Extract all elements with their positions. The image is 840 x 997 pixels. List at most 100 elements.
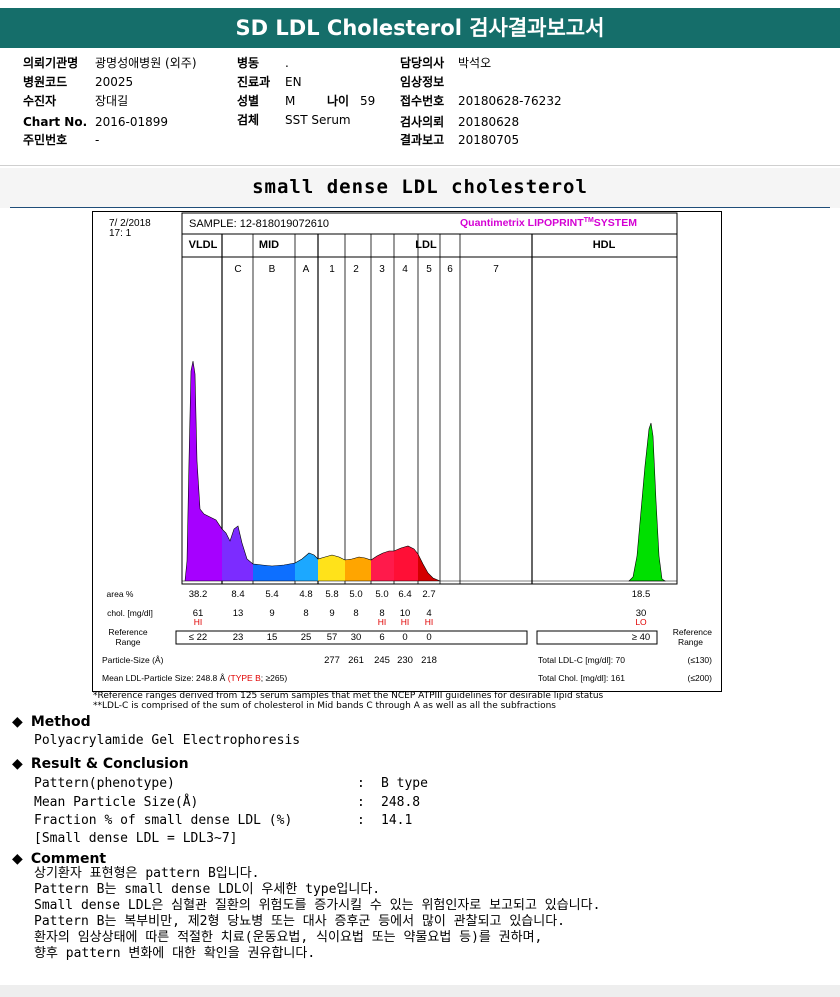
group-hdl: HDL — [593, 239, 616, 251]
reference-value: 23 — [233, 632, 244, 643]
comment-line: Small dense LDL은 심혈관 질환의 위험도를 증가시킬 수 있는 … — [34, 898, 601, 913]
specimen-label: 검체 — [237, 113, 260, 127]
chol-value: 13 — [233, 608, 244, 619]
comment-line: Pattern B는 small dense LDL이 우세한 type입니다. — [34, 882, 381, 897]
area-value: 6.4 — [398, 589, 411, 600]
result-label-fraction: Fraction % of small dense LDL (%) — [34, 813, 293, 828]
chol-value: 8 — [303, 608, 308, 619]
comment-line: Pattern B는 복부비만, 제2형 당뇨병 또는 대사 증후군 등에서 많… — [34, 914, 565, 929]
receipt-no-value: 20180628-76232 — [458, 94, 562, 108]
band-label-5: 5 — [426, 264, 432, 275]
band-label-b: B — [269, 264, 276, 275]
result-colon: : — [357, 776, 365, 791]
result-colon: : — [357, 795, 365, 810]
department-value: EN — [285, 75, 302, 89]
reference-value: 6 — [379, 632, 384, 643]
chol-value: 9 — [269, 608, 274, 619]
report-date-value: 20180705 — [458, 133, 520, 147]
ward-value: . — [285, 56, 289, 70]
chart-no-label: Chart No. — [23, 115, 88, 129]
area-value: 5.8 — [325, 589, 338, 600]
comment-line: 상기환자 표현형은 pattern B입니다. — [34, 866, 260, 881]
flag-hi: HI — [425, 617, 434, 627]
lipoprint-chart: 7/ 2/2018 17: 1 SAMPLE: 12-818019072610 … — [92, 211, 722, 692]
area-value: 2.7 — [422, 589, 435, 600]
area-value: 8.4 — [231, 589, 244, 600]
clinical-info-label: 임상정보 — [400, 75, 445, 89]
method-heading: ◆ Method — [12, 714, 91, 730]
reference-value: 15 — [267, 632, 278, 643]
particle-size-value: 230 — [397, 655, 413, 666]
receipt-no-label: 접수번호 — [400, 94, 445, 108]
report-date-label: 결과보고 — [400, 133, 445, 147]
reference-value: ≤ 22 — [189, 632, 207, 643]
reference-value: 25 — [301, 632, 312, 643]
result-label-size: Mean Particle Size(Å) — [34, 795, 199, 810]
patient-value: 장대길 — [95, 94, 129, 108]
comment-title: Comment — [30, 851, 107, 867]
header-divider — [0, 165, 840, 166]
row-label-particle-size: Particle-Size (Å) — [102, 655, 164, 665]
curve-band-2 — [345, 557, 371, 581]
band-label-6: 6 — [447, 264, 453, 275]
area-value: 4.8 — [299, 589, 312, 600]
request-date-label: 검사의뢰 — [400, 115, 445, 129]
hospital-value: 광명성애병원 (외주) — [95, 56, 197, 70]
id-number-value: - — [95, 133, 100, 147]
comment-heading: ◆ Comment — [12, 851, 106, 867]
particle-size-value: 277 — [324, 655, 340, 666]
comment-line: 환자의 임상상태에 따른 적절한 치료(운동요법, 식이요법 또는 약물요법 등… — [34, 930, 543, 945]
particle-size-value: 218 — [421, 655, 437, 666]
hospital-code-label: 병원코드 — [23, 75, 68, 89]
result-value-fraction: 14.1 — [381, 813, 413, 828]
department-label: 진료과 — [237, 75, 271, 89]
result-title: Result & Conclusion — [30, 756, 189, 772]
band-label-1: 1 — [329, 264, 335, 275]
sample-id: SAMPLE: 12-818019072610 — [189, 218, 329, 230]
report-subtitle: small dense LDL cholesterol — [252, 176, 588, 198]
report-title: SD LDL Cholesterol 검사결과보고서 — [0, 8, 840, 48]
band-label-2: 2 — [353, 264, 359, 275]
group-ldl: LDL — [415, 239, 437, 251]
band-label-3: 3 — [379, 264, 385, 275]
row-label-range: Range — [115, 637, 140, 647]
brand-name: Quantimetrix LIPOPRINTTMSYSTEM — [460, 217, 637, 229]
result-label-pattern: Pattern(phenotype) — [34, 776, 175, 791]
band-label-c: C — [234, 264, 241, 275]
band-label-4: 4 — [402, 264, 408, 275]
report-time: 17: 1 — [109, 228, 132, 239]
subtitle-underline — [10, 207, 830, 208]
area-value: 18.5 — [632, 589, 651, 600]
row-label-chol: chol. [mg/dl] — [107, 608, 153, 618]
hospital-label: 의뢰기관명 — [23, 56, 79, 70]
area-value: 5.0 — [375, 589, 388, 600]
age-label: 나이 — [327, 94, 350, 108]
chart-no-value: 2016-01899 — [95, 115, 169, 129]
particle-size-value: 245 — [374, 655, 390, 666]
area-value: 38.2 — [189, 589, 208, 600]
row-label-range: Range — [678, 637, 703, 647]
flag-hi: HI — [378, 617, 387, 627]
row-label-area: area % — [107, 589, 134, 599]
area-value: 5.4 — [265, 589, 278, 600]
area-value: 5.0 — [349, 589, 362, 600]
particle-size-value: 261 — [348, 655, 364, 666]
reference-value: 57 — [327, 632, 338, 643]
reference-value: 0 — [426, 632, 431, 643]
hospital-code-value: 20025 — [95, 75, 134, 89]
specimen-value: SST Serum — [285, 113, 351, 127]
result-heading: ◆ Result & Conclusion — [12, 756, 189, 772]
method-text: Polyacrylamide Gel Electrophoresis — [34, 733, 301, 748]
reference-value: 30 — [351, 632, 362, 643]
flag-lo: LO — [635, 617, 647, 627]
footnote-ldl: **LDL-C is comprised of the sum of chole… — [93, 701, 556, 711]
total-ldl-c: Total LDL-C [mg/dl]: 70 — [538, 655, 625, 665]
reference-value: 0 — [402, 632, 407, 643]
band-label-7: 7 — [493, 264, 499, 275]
method-title: Method — [30, 714, 91, 730]
ward-label: 병동 — [237, 56, 260, 70]
flag-hi: HI — [401, 617, 410, 627]
patient-label: 수진자 — [23, 94, 57, 108]
chol-value: 8 — [353, 608, 358, 619]
bottom-bar — [0, 985, 840, 997]
